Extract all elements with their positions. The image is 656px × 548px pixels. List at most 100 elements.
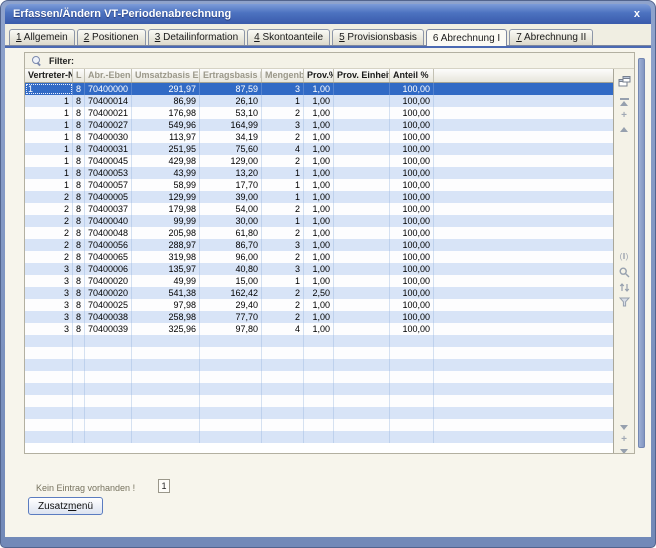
grid-cell — [132, 335, 200, 347]
grid-cell: 1,00 — [304, 299, 334, 311]
grid-cell — [200, 335, 262, 347]
grid-cell: 1,00 — [304, 251, 334, 263]
scroll-to-top-icon[interactable] — [617, 96, 631, 108]
grid-row[interactable]: 1870400045429,98129,0021,00100,00 — [25, 155, 613, 167]
tab-7[interactable]: 7 Abrechnung II — [509, 29, 593, 45]
grid-cell — [390, 431, 434, 443]
grid-row[interactable]: 187040005343,9913,2011,00100,00 — [25, 167, 613, 179]
title-bar[interactable]: Erfassen/Ändern VT-Periodenabrechnung x — [5, 4, 651, 24]
grid-side-strip: + (‖) — [614, 69, 634, 453]
grid-cell-filler — [434, 119, 613, 131]
sort-icon[interactable] — [617, 281, 631, 293]
grid-cell: 70400053 — [85, 167, 132, 179]
grid-cell: 15,00 — [200, 275, 262, 287]
grid-cell — [25, 335, 73, 347]
grid-cell: 1,00 — [304, 191, 334, 203]
grid-row[interactable]: 3870400020541,38162,4222,50100,00 — [25, 287, 613, 299]
close-icon[interactable]: x — [631, 8, 643, 20]
column-header[interactable]: Vertreter-Nr. — [25, 69, 73, 82]
column-header[interactable]: Prov. Einheiten — [334, 69, 390, 82]
grid-cell: 100,00 — [390, 107, 434, 119]
grid-cell: 100,00 — [390, 299, 434, 311]
grid-cell: 29,40 — [200, 299, 262, 311]
column-header[interactable]: Abr.-Ebene — [85, 69, 132, 82]
column-header[interactable]: Umsatzbasis EUR — [132, 69, 200, 82]
tab-5[interactable]: 5 Provisionsbasis — [332, 29, 424, 45]
grid-cell-filler — [434, 335, 613, 347]
column-chooser-icon[interactable] — [617, 75, 631, 87]
grid-row[interactable]: 1870400000291,9787,5931,00100,00 — [25, 83, 613, 95]
column-width-icon[interactable]: (‖) — [617, 251, 631, 263]
page-indicator: 1 — [158, 479, 170, 493]
grid-row[interactable]: 387040002597,9829,4021,00100,00 — [25, 299, 613, 311]
grid-cell: 1,00 — [304, 119, 334, 131]
scroll-drag-down-icon[interactable]: + — [617, 434, 631, 446]
grid-row[interactable]: 2870400065319,9896,0021,00100,00 — [25, 251, 613, 263]
grid-cell — [334, 119, 390, 131]
grid-cell — [132, 383, 200, 395]
grid-cell — [85, 347, 132, 359]
search-icon[interactable] — [617, 266, 631, 278]
grid-row[interactable]: 2870400048205,9861,8021,00100,00 — [25, 227, 613, 239]
zusatzmenu-button[interactable]: Zusatzmenü — [28, 497, 103, 515]
grid-row[interactable]: 2870400056288,9786,7031,00100,00 — [25, 239, 613, 251]
scroll-down-icon[interactable] — [617, 421, 631, 433]
filter-label: Filter: — [49, 56, 74, 66]
grid-cell: 100,00 — [390, 83, 434, 95]
grid-cell: 13,20 — [200, 167, 262, 179]
grid-cell: 100,00 — [390, 119, 434, 131]
grid-row[interactable]: 2870400037179,9854,0021,00100,00 — [25, 203, 613, 215]
grid-cell: 1 — [262, 95, 304, 107]
tab-4[interactable]: 4 Skontoanteile — [247, 29, 330, 45]
scroll-to-bottom-icon[interactable] — [617, 447, 631, 453]
grid-row-empty — [25, 371, 613, 383]
grid-cell: 2 — [25, 239, 73, 251]
grid-row[interactable]: 2870400005129,9939,0011,00100,00 — [25, 191, 613, 203]
grid-cell: 129,00 — [200, 155, 262, 167]
grid-row[interactable]: 1870400031251,9575,6041,00100,00 — [25, 143, 613, 155]
grid-cell: 61,80 — [200, 227, 262, 239]
grid-cell: 100,00 — [390, 287, 434, 299]
grid-cell: 1 — [25, 119, 73, 131]
grid-cell — [85, 395, 132, 407]
grid-row[interactable]: 3870400038258,9877,7021,00100,00 — [25, 311, 613, 323]
grid-cell: 8 — [73, 287, 85, 299]
grid-row[interactable]: 387040002049,9915,0011,00100,00 — [25, 275, 613, 287]
grid-row[interactable]: 1870400027549,96164,9931,00100,00 — [25, 119, 613, 131]
tab-1[interactable]: 1 Allgemein — [9, 29, 75, 45]
grid-row[interactable]: 1870400021176,9853,1021,00100,00 — [25, 107, 613, 119]
filter-row[interactable]: Filter: — [25, 53, 634, 69]
grid-row[interactable]: 3870400006135,9740,8031,00100,00 — [25, 263, 613, 275]
grid-cell — [200, 359, 262, 371]
grid-row[interactable]: 1870400030113,9734,1921,00100,00 — [25, 131, 613, 143]
grid-cell — [132, 395, 200, 407]
tab-2[interactable]: 2 Positionen — [77, 29, 146, 45]
grid-cell: 8 — [73, 179, 85, 191]
grid-cell — [304, 383, 334, 395]
filter-search-icon[interactable] — [32, 56, 42, 66]
grid-row[interactable]: 187040005758,9917,7011,00100,00 — [25, 179, 613, 191]
grid-cell: 8 — [73, 167, 85, 179]
grid-cell: 8 — [73, 119, 85, 131]
grid-cell — [262, 395, 304, 407]
grid-cell: 2 — [25, 227, 73, 239]
grid-row[interactable]: 187040001486,9926,1011,00100,00 — [25, 95, 613, 107]
grid-cell — [334, 155, 390, 167]
column-header[interactable]: Mengenbasis — [262, 69, 304, 82]
column-header[interactable]: L — [73, 69, 85, 82]
tab-6[interactable]: 6 Abrechnung I — [426, 29, 507, 46]
grid-cell: 86,99 — [132, 95, 200, 107]
column-header[interactable]: Prov.% — [304, 69, 334, 82]
column-header[interactable]: Anteil % — [390, 69, 434, 82]
scroll-up-icon[interactable] — [617, 123, 631, 135]
vertical-scrollbar[interactable] — [638, 58, 645, 448]
grid-cell — [334, 95, 390, 107]
scroll-drag-up-icon[interactable]: + — [617, 110, 631, 122]
grid-cell — [73, 335, 85, 347]
tab-3[interactable]: 3 Detailinformation — [148, 29, 245, 45]
grid-cell — [334, 371, 390, 383]
grid-row[interactable]: 287040004099,9930,0011,00100,00 — [25, 215, 613, 227]
filter-funnel-icon[interactable] — [617, 296, 631, 308]
grid-row[interactable]: 3870400039325,9697,8041,00100,00 — [25, 323, 613, 335]
column-header[interactable]: Ertragsbasis EUR — [200, 69, 262, 82]
